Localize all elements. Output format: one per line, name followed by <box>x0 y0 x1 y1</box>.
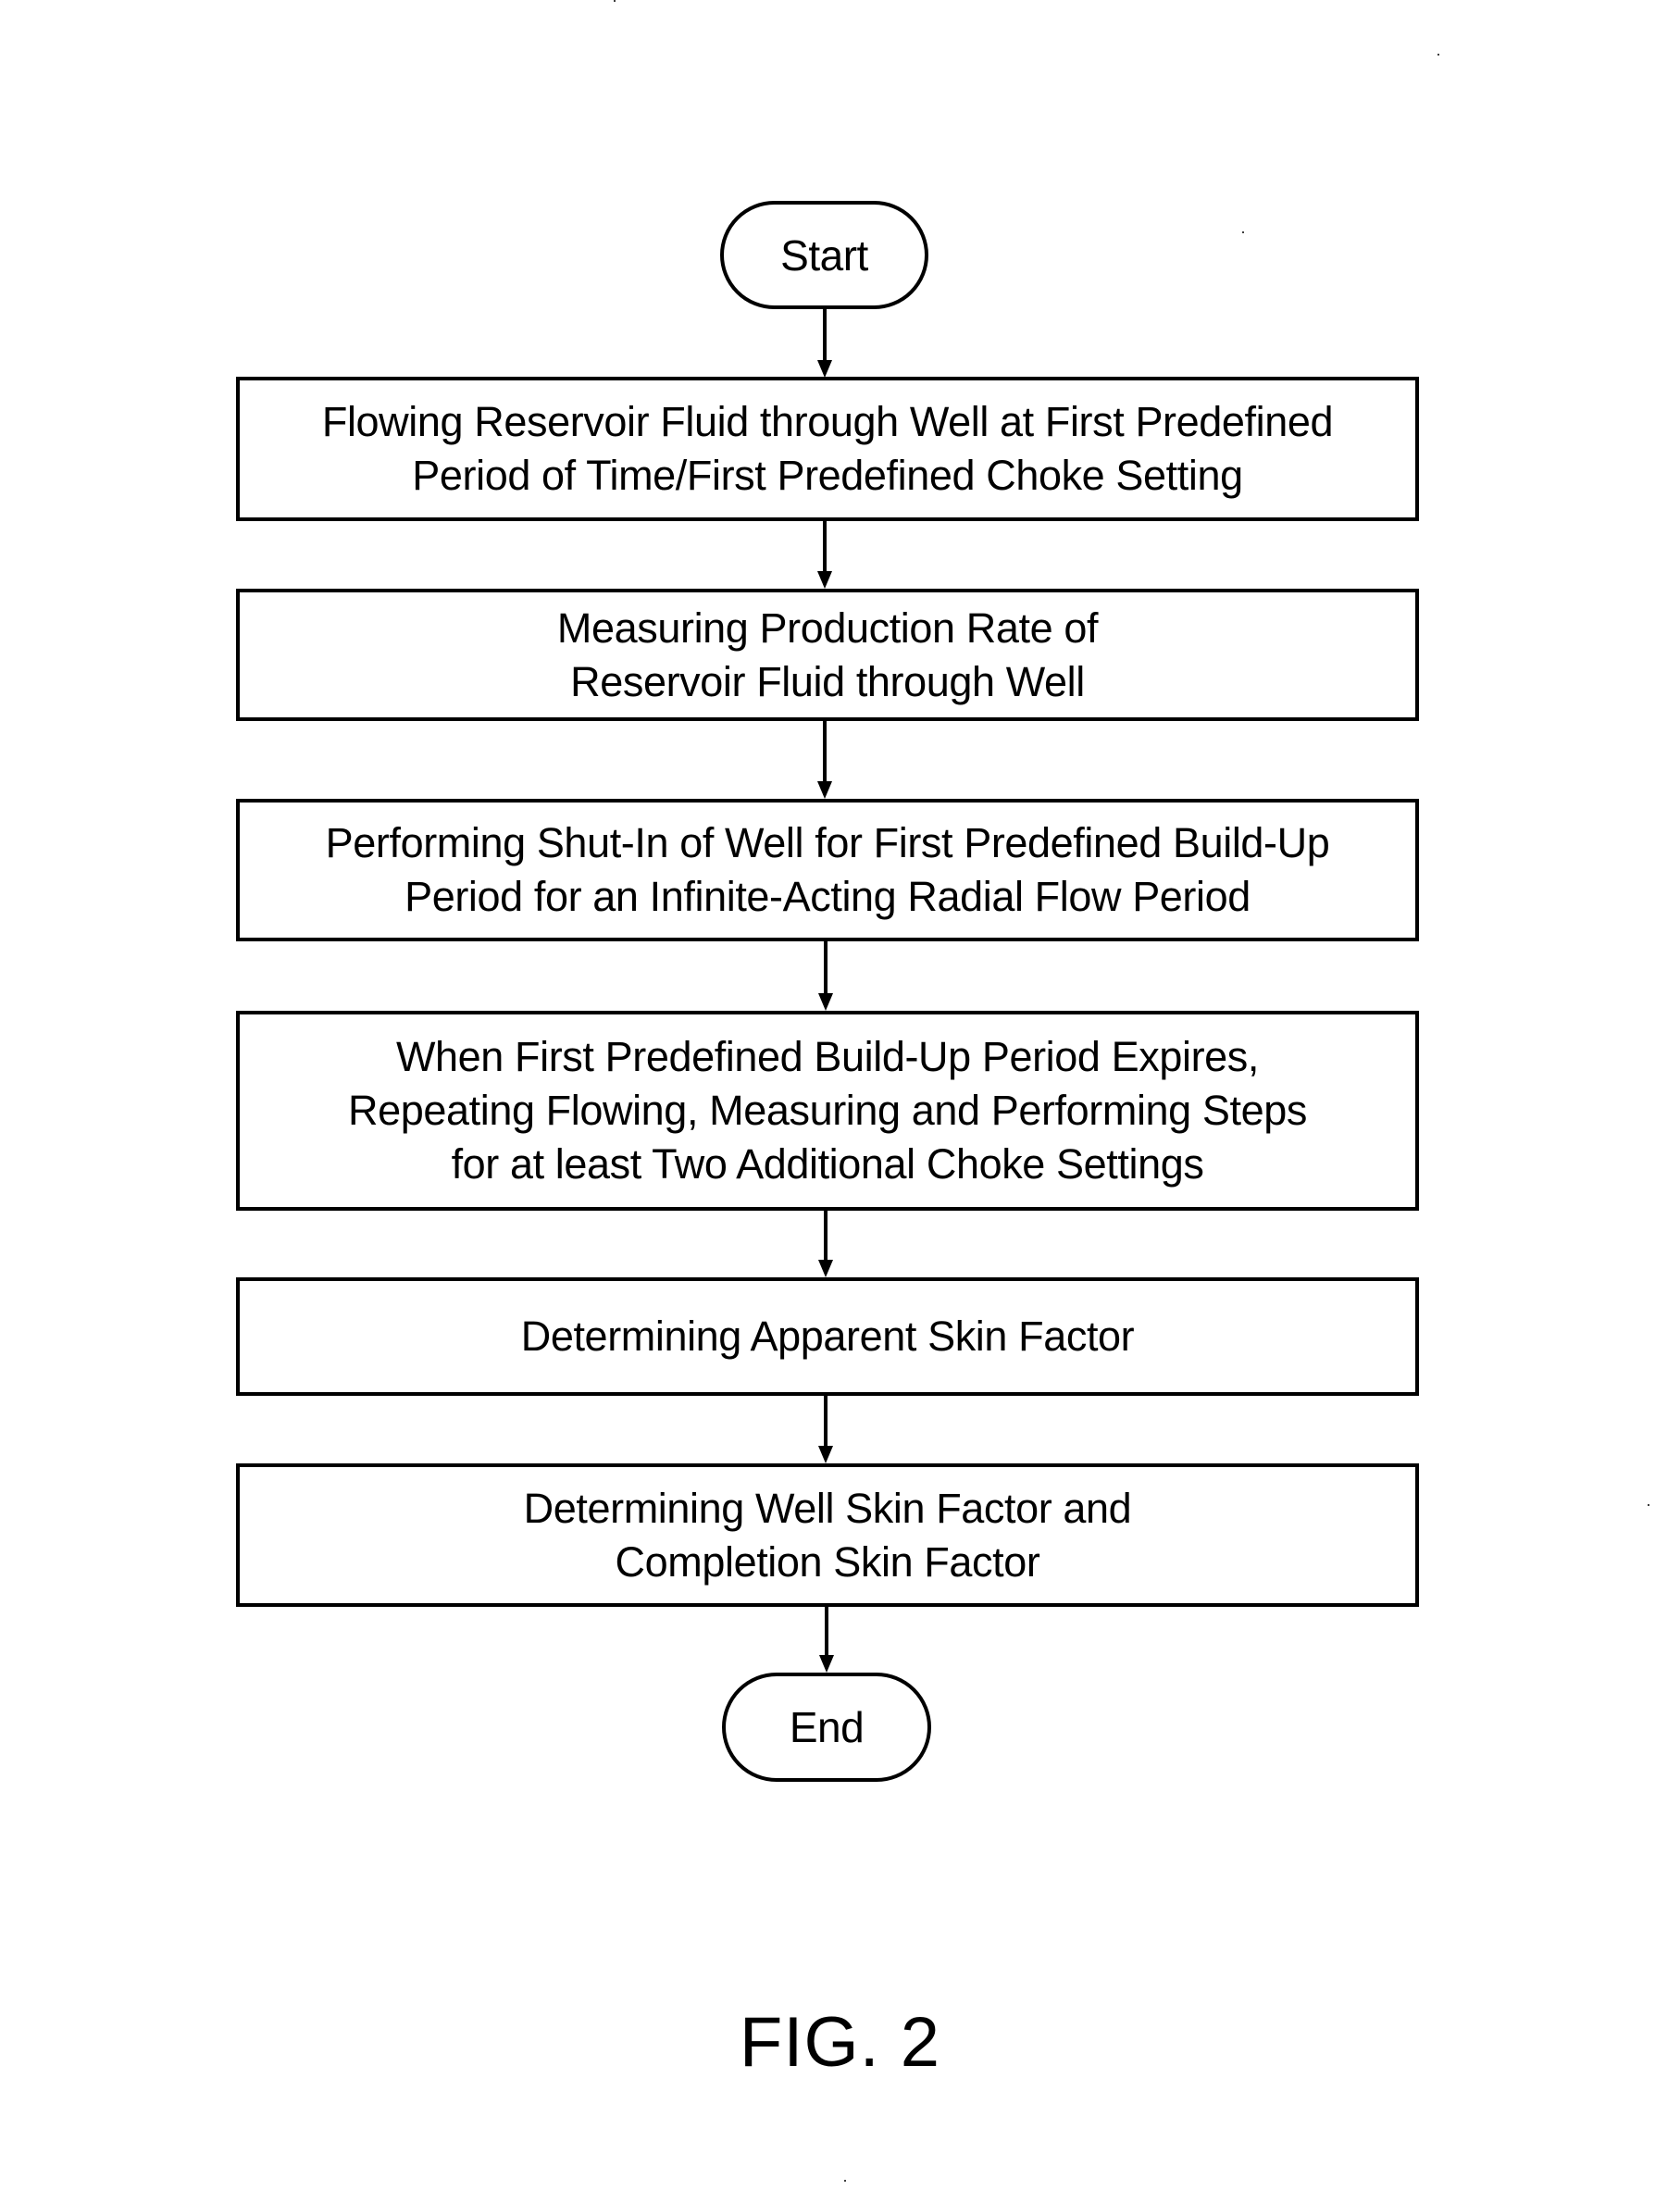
end-label: End <box>789 1703 865 1751</box>
step-2-line-1: Measuring Production Rate of <box>556 603 1099 652</box>
scan-speck <box>1242 231 1244 233</box>
step-5-line-1: Determining Apparent Skin Factor <box>520 1313 1135 1360</box>
start-terminal: Start <box>720 201 928 309</box>
step-3-line-2: Period for an Infinite-Acting Radial Flo… <box>404 873 1251 920</box>
arrow-step-5-to-step-6 <box>818 1395 833 1463</box>
step-1-line-1: Flowing Reservoir Fluid through Well at … <box>321 398 1334 445</box>
step-4-line-1: When First Predefined Build-Up Period Ex… <box>395 1033 1259 1080</box>
step-6-determine-well-and-completion-skin: Determining Well Skin Factor and Complet… <box>236 1463 1419 1607</box>
start-label: Start <box>780 230 868 280</box>
step-6-line-1: Determining Well Skin Factor and <box>523 1484 1132 1532</box>
arrow-start-to-step-1 <box>817 308 832 378</box>
arrow-step-6-to-end <box>819 1606 834 1673</box>
scan-speck <box>614 0 616 2</box>
scan-speck <box>1648 1504 1649 1506</box>
arrow-step-4-to-step-5 <box>818 1210 833 1277</box>
scan-speck <box>1437 54 1439 56</box>
step-4-line-2: Repeating Flowing, Measuring and Perform… <box>348 1087 1307 1134</box>
step-4-line-3: for at least Two Additional Choke Settin… <box>451 1140 1204 1188</box>
step-6-line-2: Completion Skin Factor <box>615 1537 1040 1586</box>
figure-label: FIG. 2 <box>739 2003 941 2082</box>
step-3-line-1: Performing Shut-In of Well for First Pre… <box>325 819 1330 866</box>
step-1-flow-reservoir-fluid: Flowing Reservoir Fluid through Well at … <box>236 377 1419 521</box>
arrow-step-3-to-step-4 <box>818 940 833 1011</box>
step-2-measure-production-rate: Measuring Production Rate of Reservoir F… <box>236 589 1419 721</box>
step-2-line-2: Reservoir Fluid through Well <box>570 657 1085 705</box>
step-5-determine-apparent-skin: Determining Apparent Skin Factor <box>236 1277 1419 1396</box>
arrow-step-2-to-step-3 <box>817 720 832 799</box>
scan-speck <box>844 2180 846 2182</box>
end-terminal: End <box>722 1673 931 1782</box>
arrow-step-1-to-step-2 <box>817 520 832 589</box>
step-4-repeat-for-choke-settings: When First Predefined Build-Up Period Ex… <box>236 1011 1419 1211</box>
step-1-line-2: Period of Time/First Predefined Choke Se… <box>412 452 1243 499</box>
step-3-perform-shut-in: Performing Shut-In of Well for First Pre… <box>236 799 1419 941</box>
